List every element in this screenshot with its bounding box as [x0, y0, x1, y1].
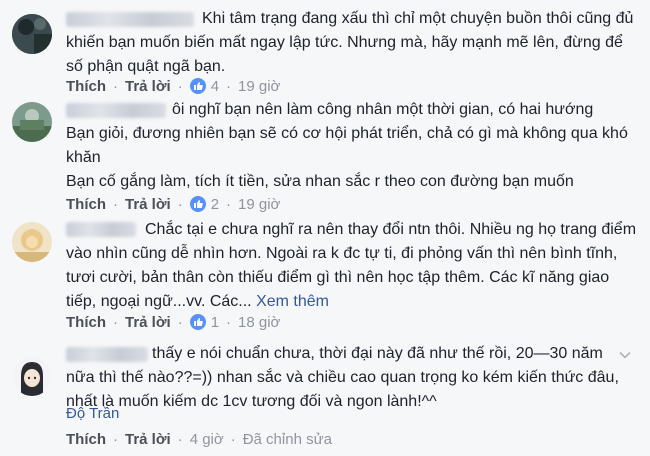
like-button[interactable]: Thích [66, 314, 106, 331]
comment-text: Khi tâm trạng đang xấu thì chỉ một chuyệ… [66, 10, 634, 75]
comment-actions: Thích · Trả lời · 4 giờ · Đã chỉnh sửa [66, 430, 332, 448]
chevron-down-icon[interactable] [618, 348, 632, 362]
avatar[interactable] [12, 102, 52, 142]
comment-text: Chắc tại e chưa nghĩ ra nên thay đổi ntn… [66, 221, 637, 310]
avatar[interactable] [12, 222, 52, 262]
reply-button[interactable]: Trả lời [125, 314, 171, 331]
comment-text: ôi nghĩ bạn nên làm công nhân một thời g… [66, 101, 628, 190]
thumbs-up-icon[interactable] [189, 196, 206, 212]
comment-actions: Thích · Trả lời · 1 · 18 giờ [66, 313, 281, 331]
avatar[interactable] [12, 14, 52, 54]
reply-button[interactable]: Trả lời [125, 78, 171, 95]
author-name[interactable]: Độ Trần [66, 405, 119, 422]
thumbs-up-icon[interactable] [189, 78, 206, 94]
edited-label[interactable]: Đã chỉnh sửa [243, 431, 332, 448]
timestamp[interactable]: 19 giờ [238, 196, 280, 213]
comment-text: thấy e nói chuẩn chưa, thời đại này đã n… [66, 345, 619, 410]
like-count[interactable]: 4 [211, 78, 219, 95]
like-count[interactable]: 1 [211, 314, 219, 331]
like-button[interactable]: Thích [66, 196, 106, 213]
thumbs-up-icon[interactable] [189, 314, 206, 330]
timestamp[interactable]: 4 giờ [190, 431, 224, 448]
avatar[interactable] [12, 356, 52, 396]
comment-actions: Thích · Trả lời · 4 · 19 giờ [66, 77, 281, 95]
reply-button[interactable]: Trả lời [125, 431, 171, 448]
like-count[interactable]: 2 [211, 196, 219, 213]
timestamp[interactable]: 18 giờ [238, 314, 280, 331]
see-more-link[interactable]: Xem thêm [256, 293, 329, 310]
like-button[interactable]: Thích [66, 431, 106, 448]
like-button[interactable]: Thích [66, 78, 106, 95]
timestamp[interactable]: 19 giờ [238, 78, 280, 95]
comment-actions: Thích · Trả lời · 2 · 19 giờ [66, 195, 281, 213]
reply-button[interactable]: Trả lời [125, 196, 171, 213]
